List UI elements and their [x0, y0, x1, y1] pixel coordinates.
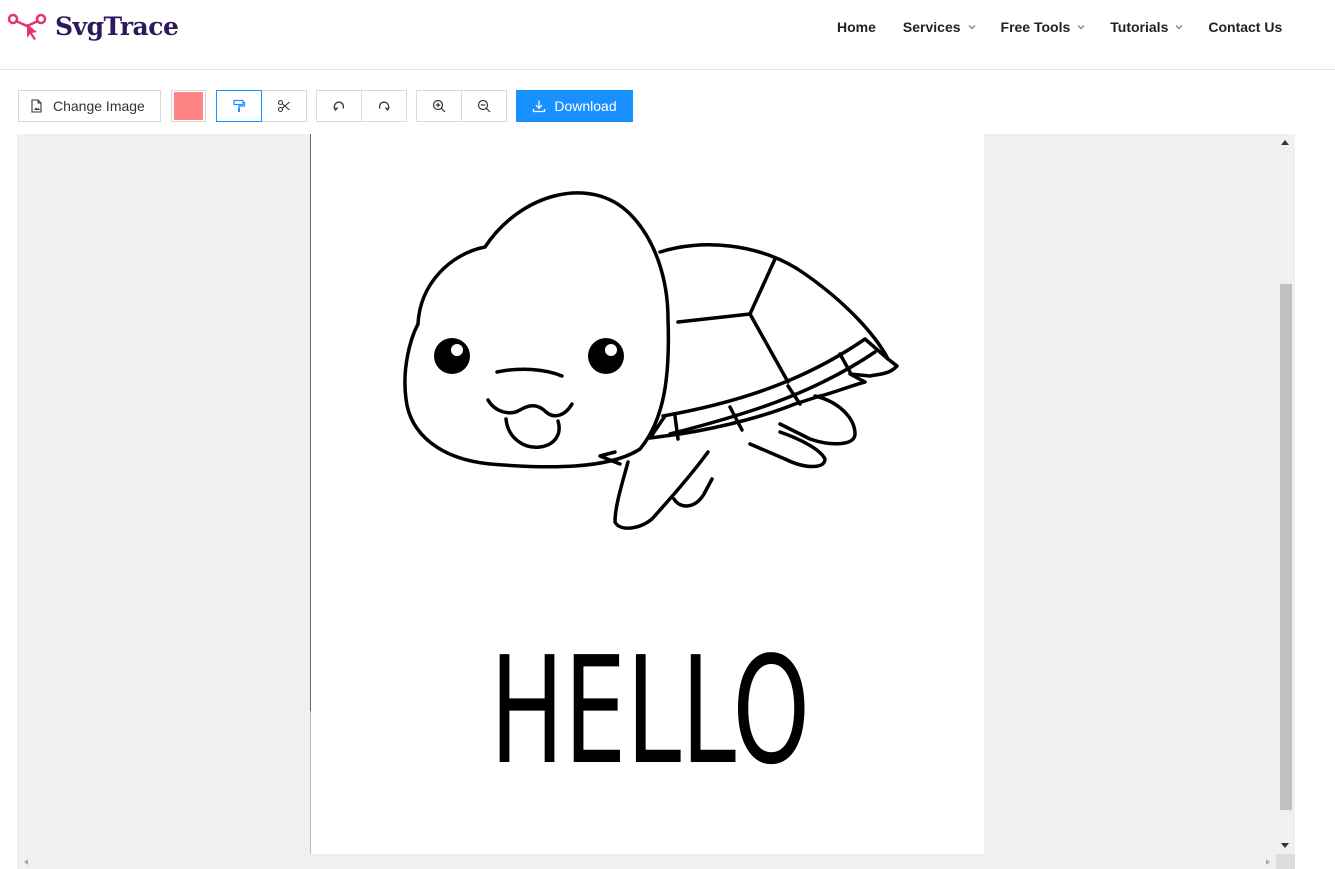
nav-item-free-tools[interactable]: Free Tools	[1001, 17, 1087, 37]
chevron-down-icon	[1077, 25, 1085, 30]
paint-roller-icon	[233, 99, 246, 112]
redo-icon	[378, 101, 390, 112]
nav-item-contact-us[interactable]: Contact Us	[1208, 17, 1282, 37]
scissors-cursor-logo-icon	[7, 13, 47, 40]
nav-item-label: Tutorials	[1110, 19, 1169, 35]
chevron-down-icon	[1175, 25, 1183, 30]
vertical-scrollbar[interactable]	[1276, 134, 1295, 854]
horizontal-scrollbar[interactable]	[17, 854, 1276, 869]
change-image-button[interactable]: Change Image	[18, 90, 161, 122]
site-header: SvgTrace Home Services Free Tools Tutori…	[0, 0, 1335, 70]
turtle-artwork[interactable]: HELLO	[310, 134, 984, 854]
undo-button[interactable]	[316, 90, 362, 122]
zoom-in-icon	[432, 99, 446, 113]
scissors-tool-button[interactable]	[261, 90, 307, 122]
file-image-icon	[31, 99, 42, 113]
nav-item-services[interactable]: Services	[903, 17, 977, 37]
brand-logo[interactable]: SvgTrace	[7, 10, 179, 42]
scrollbar-corner	[1276, 854, 1295, 869]
nav-item-label: Home	[837, 19, 876, 35]
scroll-right-arrow-icon[interactable]	[1266, 859, 1270, 865]
undo-icon	[333, 101, 345, 112]
chevron-down-icon	[968, 25, 976, 30]
scroll-down-arrow-icon[interactable]	[1281, 843, 1289, 848]
download-label: Download	[554, 98, 617, 114]
artwork-text: HELLO	[490, 625, 810, 797]
redo-button[interactable]	[361, 90, 407, 122]
scroll-left-arrow-icon[interactable]	[24, 859, 28, 865]
scroll-up-arrow-icon[interactable]	[1281, 140, 1289, 145]
color-picker[interactable]	[171, 90, 206, 122]
main-nav: Home Services Free Tools Tutorials Conta…	[837, 17, 1282, 37]
scissors-icon	[277, 99, 290, 113]
nav-item-label: Contact Us	[1208, 19, 1283, 35]
download-button[interactable]: Download	[516, 90, 633, 122]
zoom-out-button[interactable]	[461, 90, 507, 122]
zoom-out-icon	[477, 99, 491, 113]
change-image-label: Change Image	[53, 98, 145, 114]
vertical-scroll-thumb[interactable]	[1280, 284, 1292, 810]
nav-item-home[interactable]: Home	[837, 17, 876, 37]
nav-item-label: Services	[902, 19, 961, 35]
download-icon	[533, 100, 546, 113]
paint-tool-button[interactable]	[216, 90, 262, 122]
selected-color-swatch	[174, 92, 203, 120]
nav-item-tutorials[interactable]: Tutorials	[1110, 17, 1184, 37]
brand-name: SvgTrace	[55, 11, 179, 41]
editor-workspace: HELLO	[17, 134, 1295, 869]
zoom-in-button[interactable]	[416, 90, 462, 122]
nav-item-label: Free Tools	[1000, 19, 1071, 35]
